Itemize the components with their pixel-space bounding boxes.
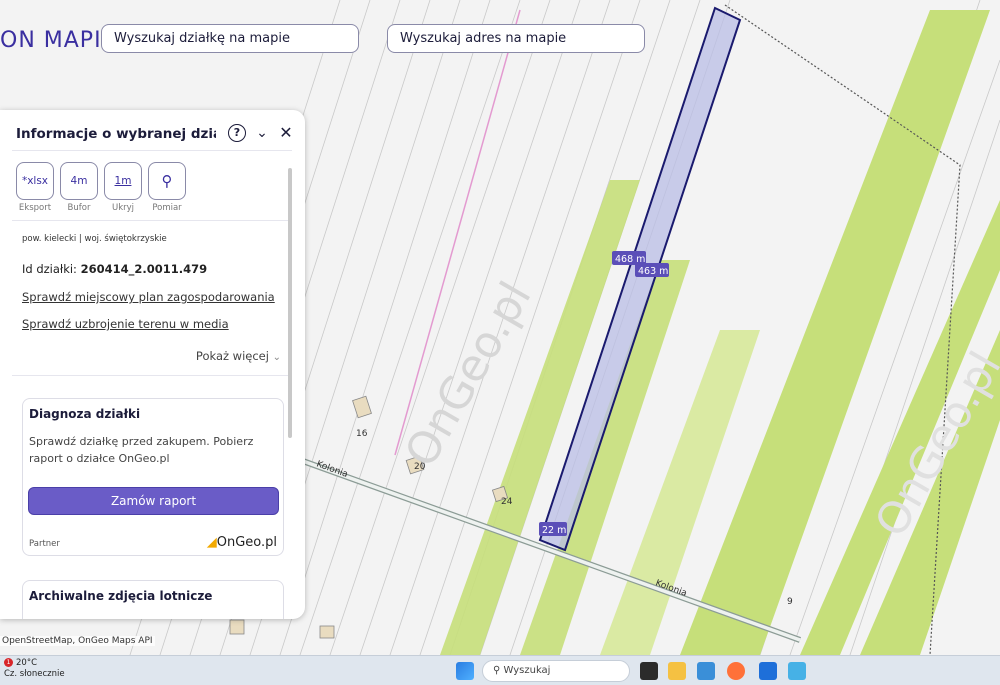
measure-label: 463 m: [638, 266, 668, 277]
tool-row: *xlsx Eksport 4m Bufor 1m Ukryj ⚲ Pomiar: [16, 162, 186, 213]
panel-header: Informacje o wybranej dział... ? ⌄ ✕: [16, 122, 296, 146]
archive-photos-card[interactable]: Archiwalne zdjęcia lotnicze: [22, 580, 284, 619]
weather-temp: 20°C: [16, 658, 38, 668]
parcel-id-label: Id działki:: [22, 262, 77, 276]
partner-label: Partner: [29, 539, 60, 549]
tool-label: Eksport: [18, 203, 52, 213]
weather-widget[interactable]: 1 20°C Cz. słonecznie: [4, 658, 65, 680]
diagnosis-text: Sprawdź działkę przed zakupem. Pobierz r…: [29, 435, 254, 465]
house-number: 24: [501, 497, 513, 507]
house-number: 9: [787, 597, 793, 607]
weather-desc: Cz. słonecznie: [4, 669, 65, 679]
panel-scrollbar[interactable]: [288, 168, 292, 438]
help-icon[interactable]: ?: [228, 124, 246, 142]
zoning-plan-link[interactable]: Sprawdź miejscowy plan zagospodarowania: [22, 290, 275, 304]
hide-button[interactable]: 1m: [104, 162, 142, 200]
search-address-input[interactable]: Wyszukaj adres na mapie: [387, 24, 645, 53]
divider: [12, 375, 292, 376]
chevron-down-icon[interactable]: ⌄: [253, 124, 271, 142]
panel-title: Informacje o wybranej dział...: [16, 126, 216, 142]
show-more-label: Pokaż więcej: [195, 349, 269, 363]
measure-label: 22 m: [542, 525, 566, 536]
ongeo-logo-icon: ◢: [206, 535, 217, 550]
divider: [12, 150, 292, 151]
house-number: 20: [414, 462, 426, 472]
utilities-link[interactable]: Sprawdź uzbrojenie terenu w media: [22, 317, 229, 331]
diagnosis-card: Diagnoza działki Sprawdź działkę przed z…: [22, 398, 284, 556]
parcel-id-value: 260414_2.0011.479: [80, 262, 208, 276]
measure-icon: ⚲: [161, 172, 173, 190]
close-icon[interactable]: ✕: [277, 124, 295, 142]
divider: [12, 220, 292, 221]
tool-buffer: 4m Bufor: [60, 162, 98, 213]
taskbar-search-label: Wyszukaj: [503, 665, 551, 676]
archive-title: Archiwalne zdjęcia lotnicze: [29, 589, 213, 603]
tool-measure: ⚲ Pomiar: [148, 162, 186, 213]
parcel-id: Id działki: 260414_2.0011.479: [22, 262, 207, 276]
show-more-button[interactable]: Pokaż więcej ⌄: [196, 349, 281, 363]
windows-taskbar: 1 20°C Cz. słonecznie ⚲ Wyszukaj: [0, 655, 1000, 685]
tool-label: Ukryj: [111, 203, 135, 213]
search-icon: ⚲: [493, 665, 504, 676]
store-icon[interactable]: [759, 662, 777, 680]
map-attribution[interactable]: OpenStreetMap, OnGeo Maps API: [0, 636, 155, 646]
file-explorer-icon[interactable]: [668, 662, 686, 680]
measure-button[interactable]: ⚲: [148, 162, 186, 200]
tool-label: Bufor: [67, 203, 91, 213]
chevron-down-icon: ⌄: [272, 352, 281, 363]
search-parcel-input[interactable]: Wyszukaj działkę na mapie: [101, 24, 359, 53]
taskbar-search[interactable]: ⚲ Wyszukaj: [482, 660, 630, 682]
firefox-icon[interactable]: [727, 662, 745, 680]
tool-hide: 1m Ukryj: [104, 162, 142, 213]
photos-icon[interactable]: [788, 662, 806, 680]
task-view-icon[interactable]: [640, 662, 658, 680]
notification-badge: 1: [4, 658, 13, 667]
tool-label: Pomiar: [152, 203, 182, 213]
parcel-info-panel: Informacje o wybranej dział... ? ⌄ ✕ *xl…: [0, 110, 305, 619]
tool-export: *xlsx Eksport: [16, 162, 54, 213]
buffer-button[interactable]: 4m: [60, 162, 98, 200]
house-number: 16: [356, 429, 368, 439]
parcel-location: pow. kielecki | woj. świętokrzyskie: [22, 234, 167, 244]
partner-brand: OnGeo.pl: [216, 535, 277, 550]
export-button[interactable]: *xlsx: [16, 162, 54, 200]
windows-start-icon[interactable]: [456, 662, 474, 680]
diagnosis-title: Diagnoza działki: [29, 407, 141, 421]
partner-logo[interactable]: ◢OnGeo.pl: [207, 535, 277, 550]
app-logo[interactable]: ON MAPIE: [0, 28, 116, 53]
app-icon[interactable]: [697, 662, 715, 680]
order-report-button[interactable]: Zamów raport: [28, 487, 279, 515]
